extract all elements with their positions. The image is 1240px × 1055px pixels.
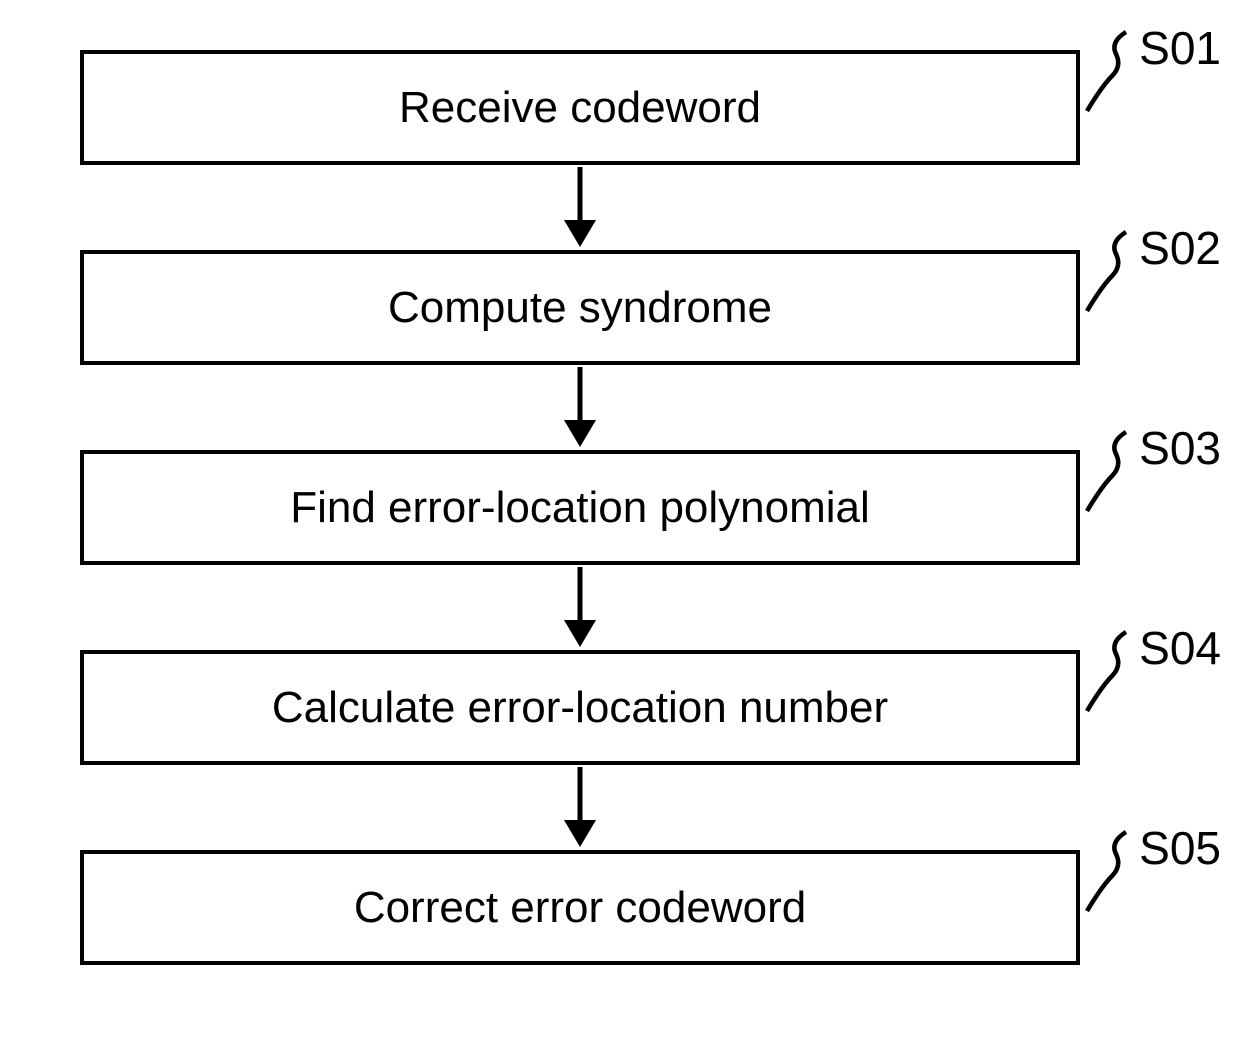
label-container: S03 (1084, 426, 1221, 516)
step-text: Receive codeword (399, 83, 761, 133)
arrow-icon (80, 365, 1080, 450)
arrow-icon (80, 165, 1080, 250)
wavy-connector-icon (1084, 626, 1139, 716)
step-box-4: Calculate error-location number S04 (80, 650, 1080, 765)
step-label: S03 (1139, 421, 1221, 475)
label-container: S01 (1084, 26, 1221, 116)
step-text: Find error-location polynomial (290, 483, 870, 533)
step-box-3: Find error-location polynomial S03 (80, 450, 1080, 565)
wavy-connector-icon (1084, 826, 1139, 916)
flowchart-container: Receive codeword S01 Compute syndrome S0… (80, 50, 1080, 965)
step-label: S01 (1139, 21, 1221, 75)
step-box-2: Compute syndrome S02 (80, 250, 1080, 365)
label-container: S05 (1084, 826, 1221, 916)
label-container: S04 (1084, 626, 1221, 716)
arrow-icon (80, 765, 1080, 850)
step-label: S02 (1139, 221, 1221, 275)
wavy-connector-icon (1084, 426, 1139, 516)
step-box-1: Receive codeword S01 (80, 50, 1080, 165)
label-container: S02 (1084, 226, 1221, 316)
step-text: Correct error codeword (354, 883, 806, 933)
wavy-connector-icon (1084, 26, 1139, 116)
step-text: Calculate error-location number (272, 683, 888, 733)
step-label: S04 (1139, 621, 1221, 675)
step-box-5: Correct error codeword S05 (80, 850, 1080, 965)
step-label: S05 (1139, 821, 1221, 875)
step-text: Compute syndrome (388, 283, 772, 333)
arrow-icon (80, 565, 1080, 650)
wavy-connector-icon (1084, 226, 1139, 316)
